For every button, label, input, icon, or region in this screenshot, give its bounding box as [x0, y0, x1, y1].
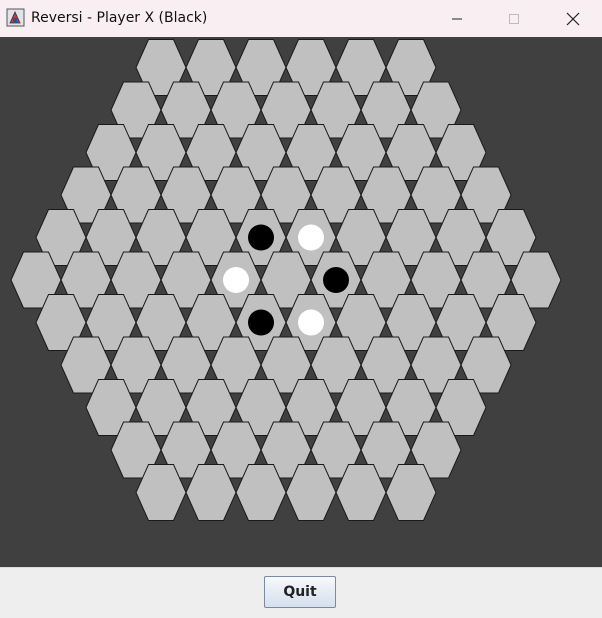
game-board-area	[0, 37, 602, 567]
maximize-icon	[509, 13, 519, 24]
black-piece	[248, 224, 274, 251]
maximize-button[interactable]	[491, 0, 537, 37]
black-piece	[248, 309, 274, 336]
white-piece	[223, 267, 249, 293]
close-button[interactable]	[550, 0, 596, 37]
white-piece	[298, 224, 324, 251]
title-bar: Reversi - Player X (Black)	[0, 0, 602, 37]
bottom-bar: Quit	[0, 567, 602, 618]
hex-board[interactable]	[0, 37, 602, 567]
white-piece	[298, 309, 324, 336]
quit-button[interactable]: Quit	[264, 576, 336, 608]
minimize-icon	[452, 18, 462, 19]
minimize-button[interactable]	[434, 0, 480, 37]
reversi-app-icon	[6, 8, 25, 27]
close-icon	[566, 12, 580, 25]
black-piece	[323, 267, 349, 293]
window-title: Reversi - Player X (Black)	[31, 10, 208, 26]
